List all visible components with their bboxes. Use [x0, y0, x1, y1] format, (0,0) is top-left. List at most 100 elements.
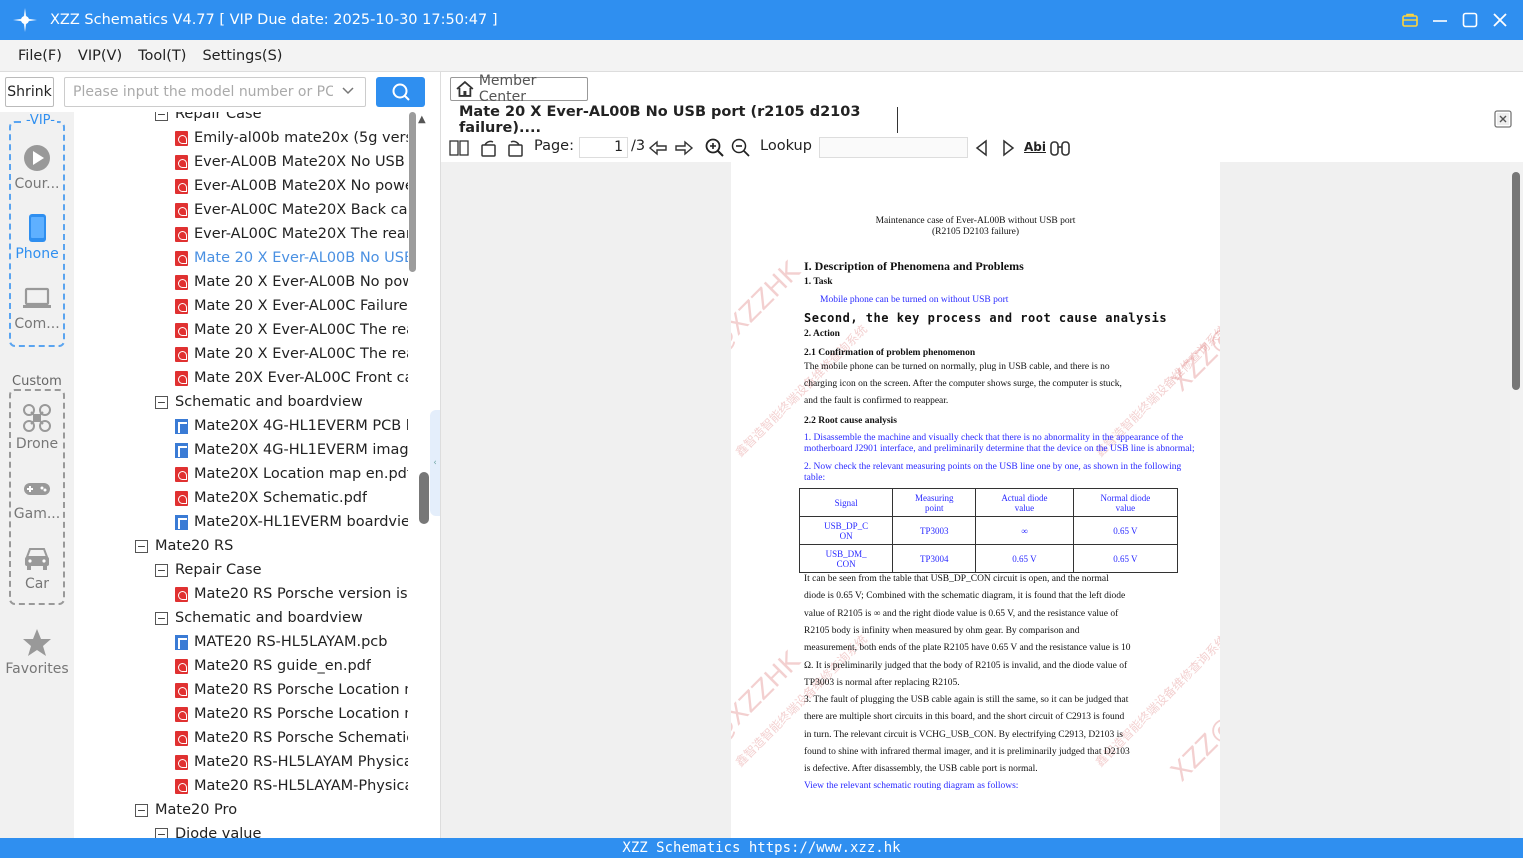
maximize-icon[interactable] [1461, 11, 1479, 29]
tree-file[interactable]: Ever-AL00C Mate20X Back camera [75, 198, 408, 222]
tree-file[interactable]: Mate20 RS Porsche version is di [75, 582, 408, 606]
tree-item-label: Diode value [175, 826, 262, 838]
tree-file[interactable]: Mate20 RS Porsche Location ma [75, 678, 408, 702]
tree-file[interactable]: MATE20 RS-HL5LAYAM.pcb [75, 630, 408, 654]
tree-folder[interactable]: − Mate20 RS [75, 534, 408, 558]
play-icon [24, 145, 50, 171]
shrink-button[interactable]: Shrink [5, 77, 54, 107]
chevron-down-icon[interactable] [341, 84, 355, 98]
tree-folder[interactable]: − Repair Case [75, 558, 408, 582]
collapse-toggle-icon[interactable]: − [135, 539, 148, 553]
search-input[interactable]: Please input the model number or PCB [64, 77, 366, 107]
search-prev-icon[interactable] [972, 138, 992, 158]
page-total: /3 [631, 138, 646, 154]
collapse-toggle-icon[interactable]: − [155, 611, 168, 625]
close-tab-icon[interactable] [1494, 110, 1512, 128]
table-header-row: Signal Measuring point Actual diode value Nor… [798, 488, 1179, 517]
sidebar-item-car[interactable]: Car [4, 543, 70, 592]
search-placeholder: Please input the model number or PCB [73, 84, 333, 100]
tree-item-label: Mate20 RS-HL5LAYAM-Physical [194, 778, 408, 794]
tree-file[interactable]: Mate20X Schematic.pdf [75, 486, 408, 510]
tree-file[interactable]: Emily-al00b mate20x (5g version [75, 126, 408, 150]
collapse-toggle-icon[interactable]: − [135, 803, 148, 817]
search-button[interactable] [376, 77, 425, 107]
tree-file[interactable]: Mate 20 X Ever-AL00C The rear [75, 318, 408, 342]
binoculars-icon[interactable] [1050, 138, 1070, 158]
tree-hscroll-thumb[interactable] [419, 472, 429, 524]
sidebar-item-computer[interactable]: Com... [4, 283, 70, 332]
table-cell: 0.65 V [1072, 516, 1179, 545]
table-cell-line: value [1014, 502, 1035, 513]
tree-file[interactable]: Mate20X Location map en.pdf [75, 462, 408, 486]
rotate-left-icon[interactable] [479, 138, 499, 158]
tree-file[interactable]: Mate20 RS guide_en.pdf [75, 654, 408, 678]
collapse-panel-handle[interactable]: ‹ [430, 410, 440, 516]
sidebar-item-game[interactable]: Gam... [4, 473, 70, 522]
viewer-scrollbar-thumb[interactable] [1512, 172, 1520, 390]
tree-folder[interactable]: − Schematic and boardview [75, 606, 408, 630]
menu-vip[interactable]: VIP(V) [78, 48, 122, 64]
tree-folder[interactable]: − Schematic and boardview [75, 390, 408, 414]
two-page-view-icon[interactable] [449, 138, 469, 158]
tree-file[interactable]: Mate 20 X Ever-AL00B No USB [75, 246, 408, 270]
scroll-up-arrow-icon[interactable]: ▲ [418, 114, 426, 125]
tree-file[interactable]: Ever-AL00B Mate20X No power [75, 174, 408, 198]
menu-tool[interactable]: Tool(T) [138, 48, 186, 64]
page-number-input[interactable]: 1 [579, 137, 628, 158]
match-case-icon[interactable]: Abi [1024, 140, 1046, 154]
lookup-input[interactable] [819, 137, 968, 158]
paragraph-line: The mobile phone can be turned on normal… [804, 362, 1110, 372]
tree-file[interactable]: Mate20X 4G-HL1EVERM image. [75, 438, 408, 462]
lookup-label: Lookup [760, 138, 812, 154]
tree-folder[interactable]: − Repair Case [75, 112, 408, 126]
sidebar-item-drone[interactable]: Drone [4, 403, 70, 452]
close-icon[interactable] [1491, 11, 1509, 29]
next-page-icon[interactable] [674, 138, 694, 158]
collapse-toggle-icon[interactable]: − [155, 827, 168, 838]
tree-scrollbar-thumb[interactable] [409, 112, 416, 272]
tree-file[interactable]: Mate 20 X Ever-AL00B No power [75, 270, 408, 294]
tree-file[interactable]: Mate20 RS Porsche Location ma [75, 702, 408, 726]
tree-item-label: Ever-AL00B Mate20X No power [194, 178, 408, 194]
minimize-icon[interactable] [1431, 11, 1449, 29]
tree-file[interactable]: Mate20X-HL1EVERM boardview [75, 510, 408, 534]
tree-file[interactable]: Ever-AL00B Mate20X No USB port [75, 150, 408, 174]
collapse-toggle-icon[interactable]: − [155, 112, 168, 121]
menu-settings[interactable]: Settings(S) [202, 48, 282, 64]
tree-file[interactable]: Mate20 RS-HL5LAYAM Physical [75, 750, 408, 774]
rotate-right-icon[interactable] [505, 138, 525, 158]
tree-item-label: Mate 20 X Ever-AL00B No power [194, 274, 408, 290]
menu-file[interactable]: File(F) [18, 48, 62, 64]
zoom-out-icon[interactable] [731, 138, 751, 158]
tree-folder[interactable]: − Diode value [75, 822, 408, 838]
member-center-button[interactable]: Member Center [450, 73, 588, 105]
sidebar-item-favorites[interactable]: Favorites [4, 628, 70, 677]
home-icon [456, 80, 474, 97]
paragraph-line: R2105 body is infinity when measured by … [804, 625, 1080, 636]
table-cell: TP3004 [892, 544, 977, 573]
tree-item-label: Ever-AL00C Mate20X The rear c [194, 226, 408, 242]
prev-page-icon[interactable] [648, 138, 668, 158]
collapse-toggle-icon[interactable]: − [155, 563, 168, 577]
zoom-in-icon[interactable] [705, 138, 725, 158]
status-bar: XZZ Schematics https://www.xzz.hk [0, 838, 1523, 858]
tree-file[interactable]: Mate 20 X Ever-AL00C The rear [75, 342, 408, 366]
tree-folder[interactable]: − Mate20 Pro [75, 798, 408, 822]
tree-file[interactable]: Mate 20 X Ever-AL00C Failure c [75, 294, 408, 318]
document-tab[interactable]: Mate 20 X Ever-AL00B No USB port (r2105 … [450, 104, 898, 136]
tree-item-label: Mate20 RS guide_en.pdf [194, 658, 371, 674]
tree-file[interactable]: Ever-AL00C Mate20X The rear c [75, 222, 408, 246]
sidebar-item-course[interactable]: Cour... [4, 143, 70, 192]
sidebar-item-phone[interactable]: Phone [4, 213, 70, 262]
tree-file[interactable]: Mate20 RS Porsche Schematic d [75, 726, 408, 750]
vip-box-icon[interactable] [1401, 11, 1419, 29]
page-label: Page: [534, 138, 574, 154]
section-1-title: I. Description of Phenomena and Problems [804, 259, 1024, 273]
collapse-toggle-icon[interactable]: − [155, 395, 168, 409]
search-next-icon[interactable] [998, 138, 1018, 158]
tree-file[interactable]: Mate20X 4G-HL1EVERM PCB layout [75, 414, 408, 438]
tree-file[interactable]: Mate20 RS-HL5LAYAM-Physical [75, 774, 408, 798]
tree-item-label: Mate20 RS [155, 538, 234, 554]
tree-file[interactable]: Mate 20X Ever-AL00C Front cam [75, 366, 408, 390]
table-cell: ∞ [975, 516, 1074, 545]
